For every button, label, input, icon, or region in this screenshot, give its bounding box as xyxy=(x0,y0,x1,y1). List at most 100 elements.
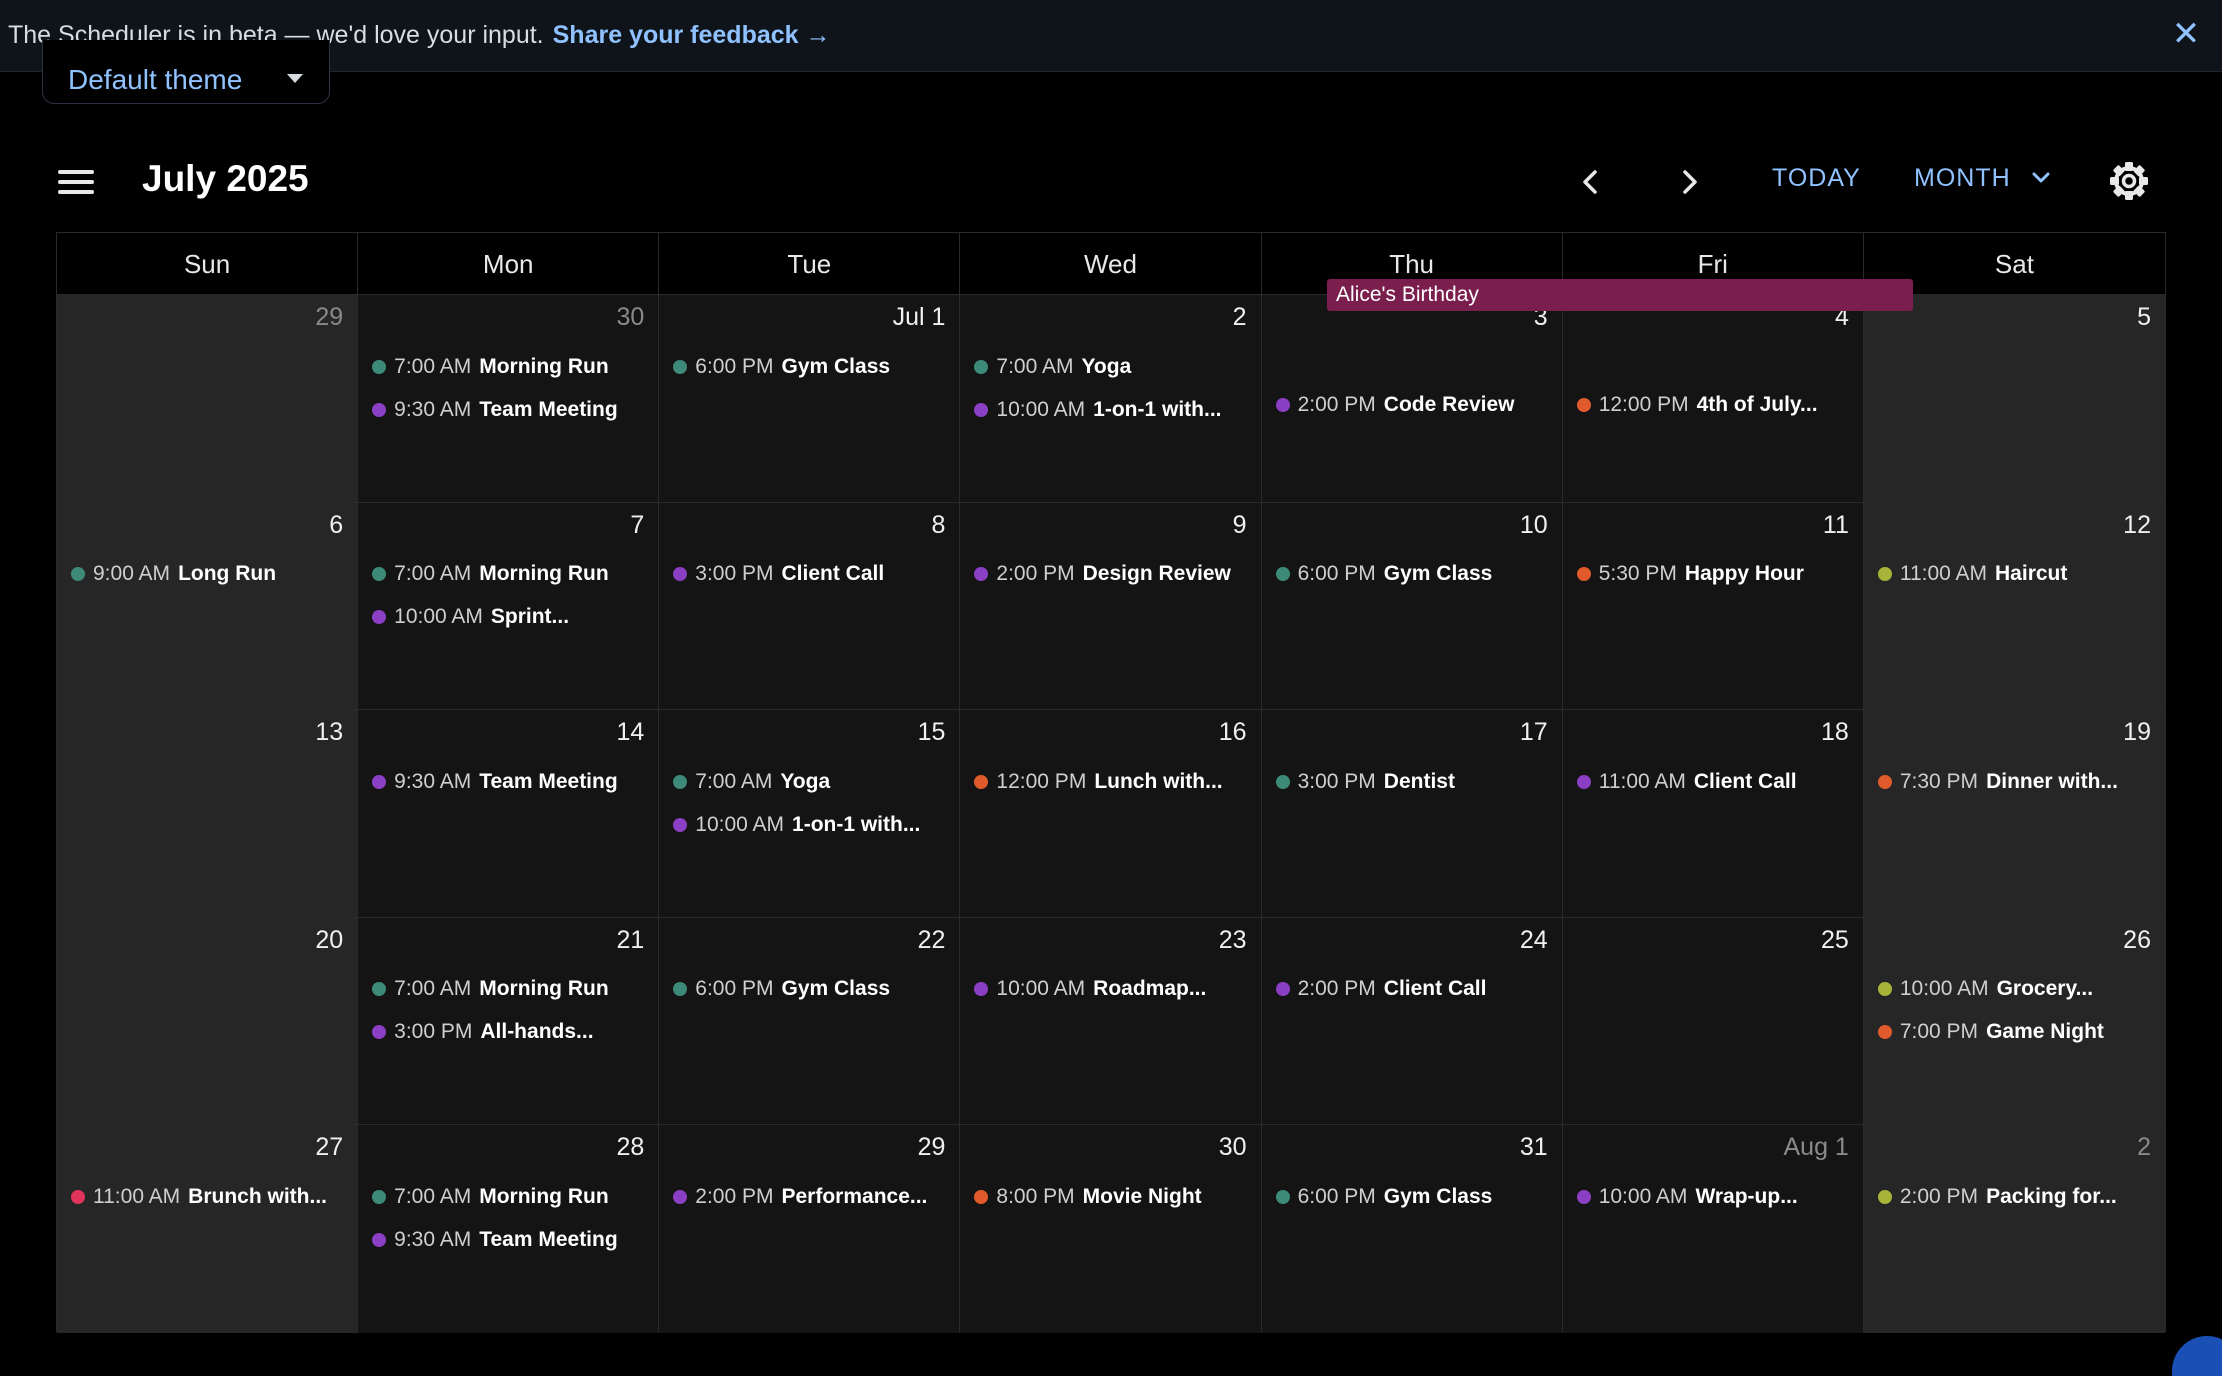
day-cell[interactable]: 14 9:30 AM Team Meeting xyxy=(358,710,660,917)
day-cell[interactable]: 22 6:00 PM Gym Class xyxy=(659,917,961,1125)
day-number[interactable]: 2 xyxy=(2137,1133,2151,1162)
day-number[interactable]: 30 xyxy=(616,303,644,332)
day-cell[interactable]: 26 10:00 AM Grocery... 7:00 PM Game Night xyxy=(1863,917,2165,1125)
calendar-event[interactable]: 2:00 PM Packing for... xyxy=(1877,1175,2157,1218)
day-cell[interactable]: 2 7:00 AM Yoga 10:00 AM 1-on-1 with... xyxy=(960,295,1262,502)
day-cell[interactable]: 5 xyxy=(1863,295,2165,502)
day-number[interactable]: 21 xyxy=(616,926,644,955)
today-button[interactable]: TODAY xyxy=(1772,164,1861,193)
day-number[interactable]: 8 xyxy=(932,511,946,540)
day-cell[interactable]: 17 3:00 PM Dentist xyxy=(1261,710,1563,917)
calendar-event[interactable]: 10:00 AM Wrap-up... xyxy=(1576,1175,1855,1218)
calendar-event[interactable]: 6:00 PM Gym Class xyxy=(1275,1175,1554,1218)
day-number[interactable]: 20 xyxy=(315,926,343,955)
calendar-event[interactable]: 2:00 PM Code Review xyxy=(1275,383,1554,426)
day-number[interactable]: 14 xyxy=(616,718,644,747)
day-number[interactable]: 15 xyxy=(918,718,946,747)
day-number[interactable]: 5 xyxy=(2137,303,2151,332)
help-button[interactable] xyxy=(2172,1336,2222,1376)
day-cell[interactable]: 9 2:00 PM Design Review xyxy=(960,502,1262,710)
calendar-event[interactable]: 5:30 PM Happy Hour xyxy=(1576,553,1855,596)
day-cell[interactable]: Jul 1 6:00 PM Gym Class xyxy=(659,295,961,502)
feedback-link[interactable]: Share your feedback → xyxy=(553,21,831,50)
day-cell[interactable]: 29 xyxy=(57,295,359,502)
day-number[interactable]: 24 xyxy=(1520,926,1548,955)
calendar-event[interactable]: 7:00 AM Yoga xyxy=(673,760,951,803)
settings-button[interactable] xyxy=(2108,160,2150,202)
day-number[interactable]: 7 xyxy=(630,511,644,540)
calendar-event[interactable]: 2:00 PM Design Review xyxy=(974,553,1252,596)
day-cell[interactable]: 23 10:00 AM Roadmap... xyxy=(960,917,1262,1125)
calendar-event[interactable]: 6:00 PM Gym Class xyxy=(673,345,951,388)
calendar-event[interactable]: 11:00 AM Haircut xyxy=(1877,553,2157,596)
all-day-event[interactable]: Alice's Birthday xyxy=(1327,279,1913,311)
calendar-event[interactable]: 7:00 AM Morning Run xyxy=(372,345,650,388)
calendar-event[interactable]: 7:00 PM Game Night xyxy=(1877,1011,2157,1054)
calendar-event[interactable]: 7:00 AM Morning Run xyxy=(372,968,650,1011)
calendar-event[interactable]: 2:00 PM Client Call xyxy=(1275,968,1554,1011)
menu-button[interactable] xyxy=(58,168,94,196)
day-cell[interactable]: 27 11:00 AM Brunch with... xyxy=(57,1125,359,1333)
day-cell[interactable]: 10 6:00 PM Gym Class xyxy=(1261,502,1563,710)
calendar-event[interactable]: 3:00 PM Client Call xyxy=(673,553,951,596)
day-cell[interactable]: 30 7:00 AM Morning Run 9:30 AM Team Meeting xyxy=(358,295,660,502)
day-number[interactable]: 10 xyxy=(1520,511,1548,540)
day-number[interactable]: 29 xyxy=(315,303,343,332)
day-cell[interactable]: 11 5:30 PM Happy Hour xyxy=(1562,502,1864,710)
day-cell[interactable]: 21 7:00 AM Morning Run 3:00 PM All-hands... xyxy=(358,917,660,1125)
day-number[interactable]: 12 xyxy=(2123,511,2151,540)
day-number[interactable]: 26 xyxy=(2123,926,2151,955)
calendar-event[interactable]: 9:00 AM Long Run xyxy=(71,553,349,596)
calendar-event[interactable]: 9:30 AM Team Meeting xyxy=(372,760,650,803)
day-cell[interactable]: Aug 1 10:00 AM Wrap-up... xyxy=(1562,1125,1864,1333)
day-number[interactable]: 9 xyxy=(1233,511,1247,540)
calendar-event[interactable]: 10:00 AM 1-on-1 with... xyxy=(673,803,951,846)
day-cell[interactable]: 3 2:00 PM Code Review xyxy=(1261,295,1563,502)
day-number[interactable]: 23 xyxy=(1219,926,1247,955)
calendar-event[interactable]: 2:00 PM Performance... xyxy=(673,1175,951,1218)
calendar-event[interactable]: 10:00 AM 1-on-1 with... xyxy=(974,388,1252,431)
calendar-event[interactable]: 7:00 AM Morning Run xyxy=(372,1175,650,1218)
day-cell[interactable]: 13 xyxy=(57,710,359,917)
day-cell[interactable]: 29 2:00 PM Performance... xyxy=(659,1125,961,1333)
day-cell[interactable]: 4 12:00 PM 4th of July... xyxy=(1562,295,1864,502)
day-number[interactable]: 29 xyxy=(918,1133,946,1162)
day-number[interactable]: 25 xyxy=(1821,926,1849,955)
day-number[interactable]: 27 xyxy=(315,1133,343,1162)
day-number[interactable]: 11 xyxy=(1823,511,1849,540)
calendar-event[interactable]: 6:00 PM Gym Class xyxy=(673,968,951,1011)
day-number[interactable]: 28 xyxy=(616,1133,644,1162)
calendar-event[interactable]: 11:00 AM Client Call xyxy=(1576,760,1855,803)
day-number[interactable]: 19 xyxy=(2123,718,2151,747)
day-number[interactable]: 16 xyxy=(1219,718,1247,747)
day-cell[interactable]: 25 xyxy=(1562,917,1864,1125)
next-month-button[interactable] xyxy=(1670,162,1710,202)
theme-select[interactable]: Default theme xyxy=(42,40,330,104)
calendar-event[interactable]: 10:00 AM Sprint... xyxy=(372,596,650,639)
calendar-event[interactable]: 3:00 PM All-hands... xyxy=(372,1011,650,1054)
calendar-event[interactable]: 12:00 PM Lunch with... xyxy=(974,760,1252,803)
calendar-event[interactable]: 3:00 PM Dentist xyxy=(1275,760,1554,803)
day-cell[interactable]: 28 7:00 AM Morning Run 9:30 AM Team Meeting xyxy=(358,1125,660,1333)
day-number[interactable]: Jul 1 xyxy=(893,303,946,332)
calendar-event[interactable]: 7:30 PM Dinner with... xyxy=(1877,760,2157,803)
day-cell[interactable]: 2 2:00 PM Packing for... xyxy=(1863,1125,2165,1333)
day-number[interactable]: 30 xyxy=(1219,1133,1247,1162)
day-number[interactable]: 2 xyxy=(1233,303,1247,332)
day-cell[interactable]: 12 11:00 AM Haircut xyxy=(1863,502,2165,710)
day-number[interactable]: 17 xyxy=(1520,718,1548,747)
day-cell[interactable]: 30 8:00 PM Movie Night xyxy=(960,1125,1262,1333)
day-cell[interactable]: 8 3:00 PM Client Call xyxy=(659,502,961,710)
day-number[interactable]: 18 xyxy=(1821,718,1849,747)
day-cell[interactable]: 24 2:00 PM Client Call xyxy=(1261,917,1563,1125)
day-cell[interactable]: 20 xyxy=(57,917,359,1125)
calendar-event[interactable]: 7:00 AM Yoga xyxy=(974,345,1252,388)
day-number[interactable]: 6 xyxy=(329,511,343,540)
view-select-button[interactable]: MONTH xyxy=(1914,164,2051,193)
calendar-event[interactable]: 10:00 AM Roadmap... xyxy=(974,968,1252,1011)
calendar-event[interactable]: 6:00 PM Gym Class xyxy=(1275,553,1554,596)
day-cell[interactable]: 7 7:00 AM Morning Run 10:00 AM Sprint... xyxy=(358,502,660,710)
day-cell[interactable]: 16 12:00 PM Lunch with... xyxy=(960,710,1262,917)
calendar-event[interactable]: 12:00 PM 4th of July... xyxy=(1576,383,1855,426)
calendar-event[interactable]: 9:30 AM Team Meeting xyxy=(372,388,650,431)
